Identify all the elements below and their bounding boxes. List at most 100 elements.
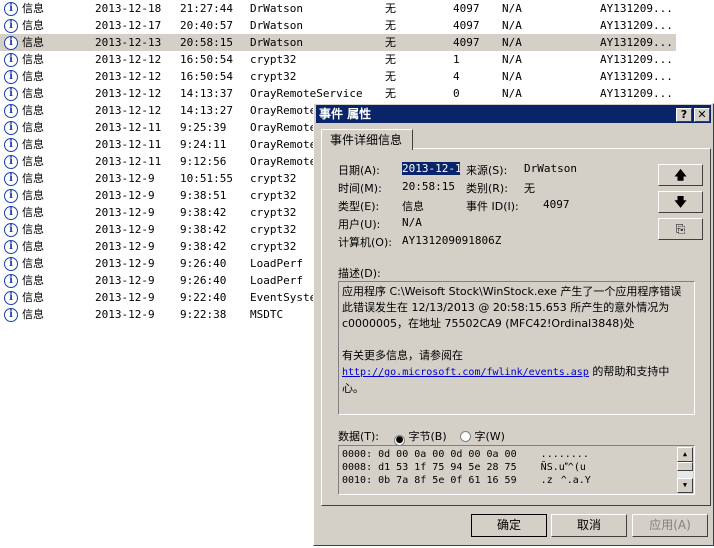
help-button[interactable]: ? xyxy=(676,108,692,122)
next-event-button[interactable]: 🡇 xyxy=(658,191,703,213)
cell-date: 2013-12-9 xyxy=(95,240,155,253)
apply-button[interactable]: 应用(A) xyxy=(632,514,708,537)
user-label: 用户(U): xyxy=(338,218,381,231)
info-icon: i xyxy=(4,240,18,254)
cell-time: 9:22:40 xyxy=(180,291,227,304)
arrow-down-icon: 🡇 xyxy=(674,195,687,209)
cell-type: 信息 xyxy=(22,240,44,253)
table-row[interactable]: i 信息 2013-12-12 16:50:54 crypt32 无 1 N/A AY13120… xyxy=(0,51,676,68)
cell-source: crypt32 xyxy=(250,223,297,236)
cell-source: DrWatson xyxy=(250,19,303,32)
time-value: 20:58:15 xyxy=(402,180,455,193)
cell-type: 信息 xyxy=(22,121,44,134)
date-value[interactable]: 2013-12-13 xyxy=(402,162,460,175)
help-link[interactable]: http://go.microsoft.com/fwlink/events.as… xyxy=(342,367,589,378)
cell-source: crypt32 xyxy=(250,206,297,219)
cell-type: 信息 xyxy=(22,104,44,117)
cancel-button[interactable]: 取消 xyxy=(551,514,627,537)
cell-time: 9:12:56 xyxy=(180,155,227,168)
cell-user: N/A xyxy=(502,70,522,83)
cell-category: 无 xyxy=(385,70,396,83)
info-icon: i xyxy=(4,104,18,118)
data-hex-view[interactable]: 0000: 0d 00 0a 00 0d 00 0a 00 ........ 00… xyxy=(338,445,695,495)
hex-line: 0010: 0b 7a 8f 5e 0f 61 16 59 .z^.a.Y xyxy=(342,475,591,486)
words-radio-label: 字(W) xyxy=(474,430,505,443)
info-icon: i xyxy=(4,223,18,237)
info-icon: i xyxy=(4,2,18,16)
cell-type: 信息 xyxy=(22,138,44,151)
cell-type: 信息 xyxy=(22,87,44,100)
scroll-down-icon[interactable]: ▼ xyxy=(677,478,693,493)
cell-id: 0 xyxy=(453,87,460,100)
cell-date: 2013-12-9 xyxy=(95,257,155,270)
table-row[interactable]: i 信息 2013-12-18 21:27:44 DrWatson 无 4097 N/A AY1… xyxy=(0,0,676,17)
cell-computer: AY131209... xyxy=(600,2,673,15)
cell-time: 14:13:27 xyxy=(180,104,233,117)
cell-type: 信息 xyxy=(22,70,44,83)
copy-icon: ⎘ xyxy=(675,222,686,236)
info-icon: i xyxy=(4,87,18,101)
cell-type: 信息 xyxy=(22,172,44,185)
cell-type: 信息 xyxy=(22,36,44,49)
cell-time: 9:26:40 xyxy=(180,257,227,270)
cell-type: 信息 xyxy=(22,223,44,236)
ok-button[interactable]: 确定 xyxy=(471,514,547,537)
table-row[interactable]: i 信息 2013-12-12 14:13:37 OrayRemoteService 无 0… xyxy=(0,85,676,102)
user-value: N/A xyxy=(402,216,422,229)
description-more-info: 有关更多信息，请参阅在 xyxy=(342,349,463,362)
cell-time: 21:27:44 xyxy=(180,2,233,15)
cell-time: 9:38:51 xyxy=(180,189,227,202)
cell-time: 10:51:55 xyxy=(180,172,233,185)
cell-user: N/A xyxy=(502,53,522,66)
scroll-up-icon[interactable]: ▲ xyxy=(677,447,693,462)
table-row[interactable]: i 信息 2013-12-13 20:58:15 DrWatson 无 4097 N/A AY1… xyxy=(0,34,676,51)
tab-event-details[interactable]: 事件详细信息 xyxy=(321,129,413,150)
hex-scrollbar[interactable]: ▲ ▼ xyxy=(677,447,693,493)
info-icon: i xyxy=(4,36,18,50)
cell-time: 16:50:54 xyxy=(180,53,233,66)
info-icon: i xyxy=(4,291,18,305)
computer-label: 计算机(O): xyxy=(338,236,392,249)
cell-source: OrayRemoteS xyxy=(250,104,323,117)
cell-type: 信息 xyxy=(22,257,44,270)
cell-date: 2013-12-18 xyxy=(95,2,162,15)
cell-category: 无 xyxy=(385,87,396,100)
scroll-thumb[interactable] xyxy=(677,462,693,471)
hex-line: 0000: 0d 00 0a 00 0d 00 0a 00 ........ xyxy=(342,449,589,460)
cell-source: OrayRemoteS xyxy=(250,121,323,134)
cell-date: 2013-12-12 xyxy=(95,87,162,100)
description-textbox[interactable]: 应用程序 C:\Weisoft Stock\WinStock.exe 产生了一个… xyxy=(338,281,695,415)
cell-date: 2013-12-12 xyxy=(95,53,162,66)
info-icon: i xyxy=(4,121,18,135)
previous-event-button[interactable]: 🡅 xyxy=(658,164,703,186)
category-label: 类别(R): xyxy=(466,182,508,195)
info-icon: i xyxy=(4,274,18,288)
cell-source: OrayRemoteService xyxy=(250,87,363,100)
cell-time: 9:38:42 xyxy=(180,206,227,219)
type-label: 类型(E): xyxy=(338,200,380,213)
cell-type: 信息 xyxy=(22,2,44,15)
cell-type: 信息 xyxy=(22,19,44,32)
cell-id: 1 xyxy=(453,53,460,66)
cell-source: crypt32 xyxy=(250,189,297,202)
event-id-value: 4097 xyxy=(543,198,570,211)
info-icon: i xyxy=(4,257,18,271)
info-icon: i xyxy=(4,308,18,322)
date-label: 日期(A): xyxy=(338,164,380,177)
table-row[interactable]: i 信息 2013-12-17 20:40:57 DrWatson 无 4097 N/A AY1… xyxy=(0,17,676,34)
dialog-title-bar[interactable]: 事件 属性 ? ✕ xyxy=(316,105,711,123)
close-button[interactable]: ✕ xyxy=(694,108,710,122)
table-row[interactable]: i 信息 2013-12-12 16:50:54 crypt32 无 4 N/A AY13120… xyxy=(0,68,676,85)
bytes-radio[interactable]: ● 字节(B) xyxy=(394,428,447,446)
cell-date: 2013-12-11 xyxy=(95,155,162,168)
cell-date: 2013-12-9 xyxy=(95,274,155,287)
cell-type: 信息 xyxy=(22,308,44,321)
info-icon: i xyxy=(4,19,18,33)
description-text: 应用程序 C:\Weisoft Stock\WinStock.exe 产生了一个… xyxy=(342,285,682,330)
cell-user: N/A xyxy=(502,2,522,15)
copy-button[interactable]: ⎘ xyxy=(658,218,703,240)
cell-id: 4097 xyxy=(453,36,480,49)
info-icon: i xyxy=(4,189,18,203)
cell-computer: AY131209... xyxy=(600,36,673,49)
words-radio[interactable]: 字(W) xyxy=(460,428,505,444)
